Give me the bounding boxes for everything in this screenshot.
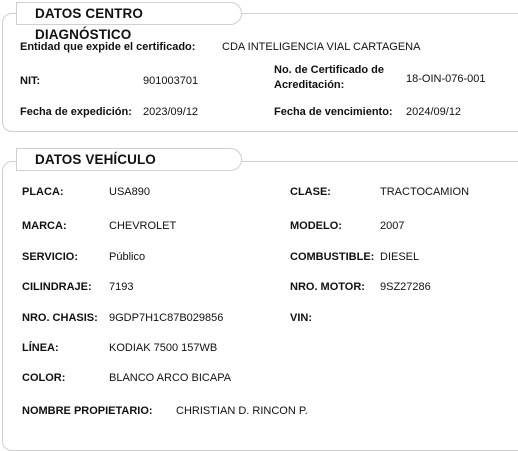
entidad-value: CDA INTELIGENCIA VIAL CARTAGENA — [222, 41, 421, 53]
fecha-expedicion-label: Fecha de expedición: — [20, 106, 132, 118]
nro-chasis-value: 9GDP7H1C87B029856 — [109, 312, 224, 324]
nro-chasis-label: NRO. CHASIS: — [22, 312, 98, 324]
color-value: BLANCO ARCO BICAPA — [109, 372, 232, 384]
cilindraje-label: CILINDRAJE: — [22, 281, 92, 293]
placa-value: USA890 — [109, 186, 150, 198]
fecha-vencimiento-value: 2024/09/12 — [406, 106, 462, 118]
clase-label: CLASE: — [290, 186, 331, 198]
placa-label: PLACA: — [22, 186, 64, 198]
certificado-label-line2: Acreditación: — [274, 79, 345, 91]
certificado-label-line1: No. de Certificado de — [274, 64, 385, 76]
cilindraje-value: 7193 — [109, 281, 134, 293]
servicio-label: SERVICIO: — [22, 251, 79, 263]
combustible-value: DIESEL — [380, 251, 420, 263]
marca-label: MARCA: — [22, 220, 67, 232]
entidad-label: Entidad que expide el certificado: — [20, 41, 196, 53]
modelo-label: MODELO: — [290, 220, 342, 232]
color-label: COLOR: — [22, 372, 66, 384]
linea-label: LÍNEA: — [22, 342, 59, 354]
linea-value: KODIAK 7500 157WB — [109, 342, 218, 354]
certificado-value: 18-OIN-076-001 — [406, 73, 486, 85]
vin-label: VIN: — [290, 312, 312, 324]
nombre-propietario-label: NOMBRE PROPIETARIO: — [22, 405, 153, 417]
servicio-value: Público — [109, 251, 146, 263]
marca-value: CHEVROLET — [109, 220, 177, 232]
nombre-propietario-value: CHRISTIAN D. RINCON P. — [176, 405, 308, 417]
nit-label: NIT: — [20, 75, 41, 87]
vehiculo-title: DATOS VEHÍCULO — [16, 148, 242, 171]
centro-diagnostico-title: DATOS CENTRO DIAGNÓSTICO — [16, 2, 242, 42]
nro-motor-value: 9SZ27286 — [380, 281, 431, 293]
fecha-expedicion-value: 2023/09/12 — [143, 106, 199, 118]
nit-value: 901003701 — [143, 75, 199, 87]
modelo-value: 2007 — [380, 220, 405, 232]
fecha-vencimiento-label: Fecha de vencimiento: — [274, 106, 393, 118]
clase-value: TRACTOCAMION — [380, 186, 470, 198]
nro-motor-label: NRO. MOTOR: — [290, 281, 365, 293]
combustible-label: COMBUSTIBLE: — [290, 251, 375, 263]
